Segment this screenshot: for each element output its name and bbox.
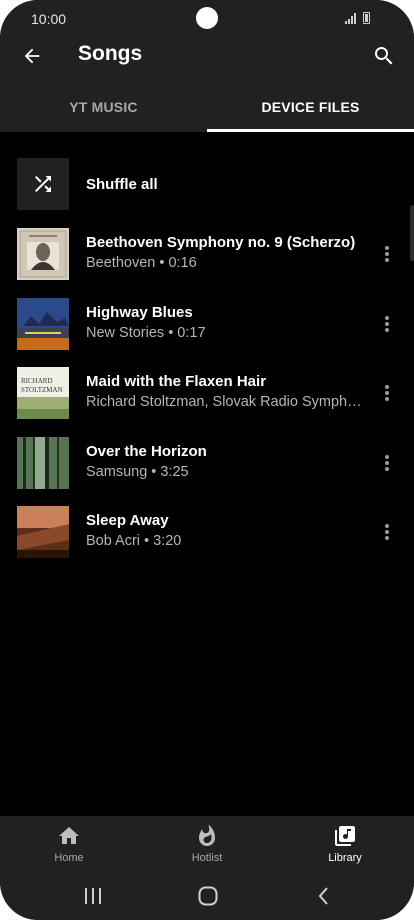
list-item[interactable]: Highway Blues New Stories • 0:17 bbox=[0, 290, 414, 360]
album-art bbox=[17, 297, 69, 350]
more-options-icon[interactable] bbox=[382, 453, 392, 473]
back-nav-icon[interactable] bbox=[312, 884, 336, 908]
song-subtitle: Richard Stoltzman, Slovak Radio Symphony… bbox=[86, 394, 366, 410]
nav-library[interactable]: Library bbox=[276, 816, 414, 872]
status-bar: 10:00 bbox=[0, 0, 414, 36]
shuffle-all-button[interactable]: Shuffle all bbox=[0, 150, 414, 220]
tab-device-files[interactable]: DEVICE FILES bbox=[207, 88, 414, 132]
phone-screen: 10:00 Songs YT MUSIC DEVICE FILES Shuffl… bbox=[0, 0, 414, 920]
song-title: Over the Horizon bbox=[86, 442, 207, 460]
album-art bbox=[17, 506, 69, 558]
album-art bbox=[17, 228, 69, 280]
song-subtitle: Beethoven • 0:16 bbox=[86, 255, 197, 271]
recent-apps-icon[interactable] bbox=[81, 884, 105, 908]
home-icon bbox=[59, 827, 79, 844]
nav-home[interactable]: Home bbox=[0, 816, 138, 872]
song-title: Beethoven Symphony no. 9 (Scherzo) bbox=[86, 234, 356, 251]
song-subtitle: Bob Acri • 3:20 bbox=[86, 533, 182, 549]
search-button[interactable] bbox=[368, 40, 400, 72]
song-subtitle: Samsung • 3:25 bbox=[86, 463, 189, 480]
more-options-icon[interactable] bbox=[382, 522, 392, 542]
nav-label: Library bbox=[328, 852, 362, 864]
system-navigation-bar bbox=[0, 872, 414, 920]
nav-label: Hotlist bbox=[191, 852, 223, 864]
song-title: Highway Blues bbox=[86, 303, 193, 321]
battery-icon bbox=[363, 12, 370, 24]
album-art-text: RICHARD bbox=[21, 377, 53, 385]
list-item[interactable]: Beethoven Symphony no. 9 (Scherzo) Beeth… bbox=[0, 220, 414, 290]
song-title: Sleep Away bbox=[86, 512, 169, 529]
status-time: 10:00 bbox=[31, 11, 67, 27]
list-item[interactable]: Over the Horizon Samsung • 3:25 bbox=[0, 429, 414, 499]
album-art-text: STOLTZMAN bbox=[21, 386, 63, 394]
flame-icon bbox=[199, 824, 215, 846]
signal-icon bbox=[345, 13, 356, 24]
list-item[interactable]: RICHARD STOLTZMAN Maid with the Flaxen H… bbox=[0, 359, 414, 429]
tab-yt-music[interactable]: YT MUSIC bbox=[0, 88, 207, 132]
status-icons bbox=[345, 12, 370, 24]
app-header: Songs YT MUSIC DEVICE FILES bbox=[0, 36, 414, 132]
more-options-icon[interactable] bbox=[382, 314, 392, 334]
shuffle-thumbnail bbox=[17, 158, 69, 210]
camera-cutout bbox=[196, 7, 218, 29]
more-options-icon[interactable] bbox=[382, 383, 392, 403]
song-subtitle: New Stories • 0:17 bbox=[86, 324, 206, 341]
shuffle-icon bbox=[35, 176, 51, 192]
nav-label: Home bbox=[54, 852, 84, 864]
list-item[interactable]: Sleep Away Bob Acri • 3:20 bbox=[0, 498, 414, 568]
page-title: Songs bbox=[78, 42, 143, 65]
home-button-icon[interactable] bbox=[196, 884, 220, 908]
search-icon bbox=[375, 47, 393, 65]
album-art: RICHARD STOLTZMAN bbox=[17, 367, 69, 419]
bottom-navigation: Home Hotlist Library bbox=[0, 816, 414, 872]
more-options-icon[interactable] bbox=[382, 244, 392, 264]
shuffle-all-label: Shuffle all bbox=[86, 176, 158, 193]
album-art bbox=[17, 436, 69, 489]
back-button[interactable] bbox=[16, 40, 48, 72]
nav-hotlist[interactable]: Hotlist bbox=[138, 816, 276, 872]
library-music-icon bbox=[335, 826, 355, 846]
song-title: Maid with the Flaxen Hair bbox=[86, 373, 267, 390]
arrow-left-icon bbox=[24, 48, 40, 64]
tab-bar: YT MUSIC DEVICE FILES bbox=[0, 88, 414, 132]
song-list: Shuffle all Beethoven Symphony no. 9 (Sc… bbox=[0, 150, 414, 568]
